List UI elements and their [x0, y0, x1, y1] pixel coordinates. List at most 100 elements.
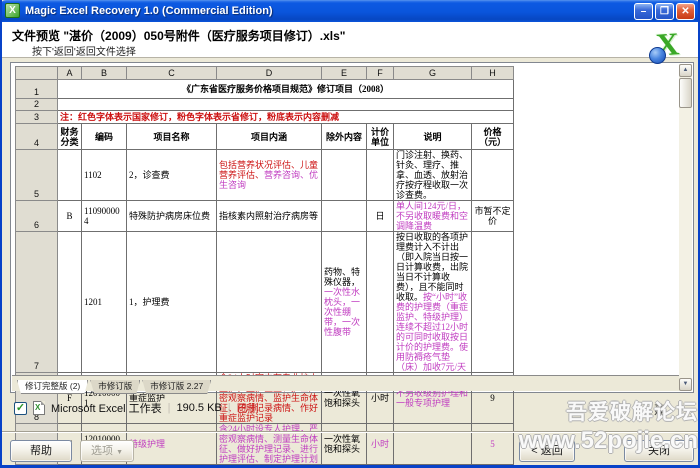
row-number: 3 [16, 111, 58, 124]
cell [58, 232, 82, 373]
sheet-row: 2 [16, 99, 514, 111]
cell: 价格（元） [472, 124, 514, 150]
cell: 含24小时设专人护理，严密观察病情、测量生命体征、做好护理记录、进行护理评估、制… [217, 424, 322, 465]
sheet-row: 7 12011，护理费 药物、特殊仪器，一次性水枕头，一次性绷带，一次性腹带按日收取… [16, 232, 514, 373]
cell: 指核素内照射治疗病房等 [217, 201, 322, 232]
next-file-icon[interactable]: › [607, 400, 622, 415]
column-header: F [367, 67, 394, 80]
chevron-down-icon: ▼ [116, 449, 123, 456]
cell [472, 232, 514, 373]
cell [394, 424, 472, 465]
cell: B [58, 201, 82, 232]
column-header: B [82, 67, 127, 80]
column-header-row: ABCDEFGH [16, 67, 514, 80]
cell: 包括营养状况评估、儿童营养评估、营养咨询、优生咨询 [217, 150, 322, 201]
cell: 日 [367, 201, 394, 232]
column-header: C [127, 67, 217, 80]
minimize-button[interactable]: – [634, 3, 653, 20]
column-header: E [322, 67, 367, 80]
cell: 财务分类 [58, 124, 82, 150]
row-number: 7 [16, 232, 58, 373]
prev-file-icon[interactable]: ‹ [587, 400, 602, 415]
cell: 5 [472, 424, 514, 465]
cell [367, 232, 394, 373]
sheet-tab[interactable]: 修订完整版 (2) [17, 380, 88, 394]
cell: 门诊注射、换药、针灸、理疗、推拿、血透、放射治疗按疗程收取一次诊查费。 [394, 150, 472, 201]
file-nav-icons: ‹ › [587, 400, 622, 415]
cell: 一次性引流管,一次性气管套管,一次性吸痰管 [322, 465, 367, 468]
cell: 特级护理 [127, 424, 217, 465]
scroll-down-icon[interactable]: ▼ [679, 378, 692, 391]
spreadsheet-preview-panel[interactable]: ABCDEFGH1《广东省医疗服务价格项目规范》修订项目（2008）23注：红色… [10, 62, 694, 393]
sheet-row: 3注：红色字体表示国家修订，粉色字体表示省修订，粉底表示内容删减 [16, 111, 514, 124]
cell: 气管切开护理 [127, 465, 217, 468]
cell: 120100010 [82, 465, 127, 468]
separator: | [168, 402, 171, 414]
column-header: D [217, 67, 322, 80]
cell: 1，护理费 [127, 232, 217, 373]
help-button[interactable]: 帮助 [10, 440, 72, 462]
vertical-scrollbar[interactable]: ▲ ▼ [679, 64, 692, 391]
preview-header: 文件预览 "湛价（2009）050号附件（医疗服务项目修订）.xls" 按下'返… [2, 22, 698, 58]
row-number: 1 [16, 80, 58, 99]
row-number: 2 [16, 99, 58, 111]
sheet-tab[interactable]: 市修订版 2.27 [142, 380, 211, 394]
column-header: G [394, 67, 472, 80]
app-window: X Magic Excel Recovery 1.0 (Commercial E… [0, 0, 700, 468]
sheet-row: 1《广东省医疗服务价格项目规范》修订项目（2008） [16, 80, 514, 99]
merged-cell: 《广东省医疗服务价格项目规范》修订项目（2008） [58, 80, 514, 99]
cell: 编码 [82, 124, 127, 150]
close-window-button[interactable]: ✕ [676, 3, 695, 20]
cell: 按日收取的各项护理费计入不计出（即入院当日按一日计算收费，出院当日不计算收费），… [394, 232, 472, 373]
column-header: H [472, 67, 514, 80]
cell: 小时 [367, 424, 394, 465]
cell: 特殊防护病房床位费 [127, 201, 217, 232]
cell: 说明 [394, 124, 472, 150]
row-number: 4 [16, 124, 58, 150]
cell: 1102 [82, 150, 127, 201]
cell [367, 150, 394, 201]
sheet-row: 4财务分类编码项目名称项目内涵除外内容计价单位说明价格（元） [16, 124, 514, 150]
cell [217, 232, 322, 373]
app-logo-icon: X [650, 26, 690, 66]
cell: 药物、特殊仪器，一次性水枕头，一次性绷带，一次性腹带 [322, 232, 367, 373]
preview-title: 文件预览 "湛价（2009）050号附件（医疗服务项目修订）.xls" [12, 27, 345, 44]
excel-file-icon: X [33, 401, 45, 415]
cell: 单人间124元/日，不另收取暖费和空调降温费 [394, 201, 472, 232]
logo-globe-icon [649, 47, 666, 64]
maximize-button[interactable]: ❐ [655, 3, 674, 20]
deleted-status-badge: 已删 [237, 400, 259, 416]
cell: 1201 [82, 232, 127, 373]
cell: 2，诊查费 [127, 150, 217, 201]
sheet-row: 5 11022，诊查费包括营养状况评估、儿童营养评估、营养咨询、优生咨询 门诊注射、… [16, 150, 514, 201]
scrollbar-thumb[interactable] [679, 78, 692, 108]
row-number: 6 [16, 201, 58, 232]
sheet-row: 6B110900004特殊防护病房床位费指核素内照射治疗病房等 日单人间124元/… [16, 201, 514, 232]
file-checkbox[interactable]: ✓ [14, 402, 27, 415]
cell: 项目名称 [127, 124, 217, 150]
cell: 110900004 [82, 201, 127, 232]
cell: 一次性氧饱和探头 [322, 424, 367, 465]
cell: 项目内涵 [217, 124, 322, 150]
column-header: A [58, 67, 82, 80]
sheet-tab[interactable]: 市修订版 [90, 380, 140, 394]
cell: 60 [472, 465, 514, 468]
file-type-label: Microsoft Excel 工作表 [51, 400, 162, 416]
back-button[interactable]: < 返回 [519, 440, 575, 462]
cell: 不另收级别护理费 [394, 465, 472, 468]
grid-corner-cell [16, 67, 58, 80]
cell [58, 150, 82, 201]
close-button[interactable]: 关闭 [624, 440, 694, 462]
cell: F [58, 465, 82, 468]
separator: | [228, 402, 231, 414]
cell: 含吸痰、药物灌入、定时消毒、更换套管及纱布。包括气管插管护理 [217, 465, 322, 468]
file-info-row: ✓ X Microsoft Excel 工作表 | 190.5 KB | 已删 [14, 400, 259, 416]
row-number: 5 [16, 150, 58, 201]
window-title: Magic Excel Recovery 1.0 (Commercial Edi… [25, 0, 273, 22]
options-dropdown-button[interactable]: 选项 ▼ [80, 440, 134, 462]
cell: 除外内容 [322, 124, 367, 150]
title-bar: X Magic Excel Recovery 1.0 (Commercial E… [0, 0, 700, 22]
cell: 计价单位 [367, 124, 394, 150]
app-icon: X [5, 3, 20, 18]
cell [322, 150, 367, 201]
